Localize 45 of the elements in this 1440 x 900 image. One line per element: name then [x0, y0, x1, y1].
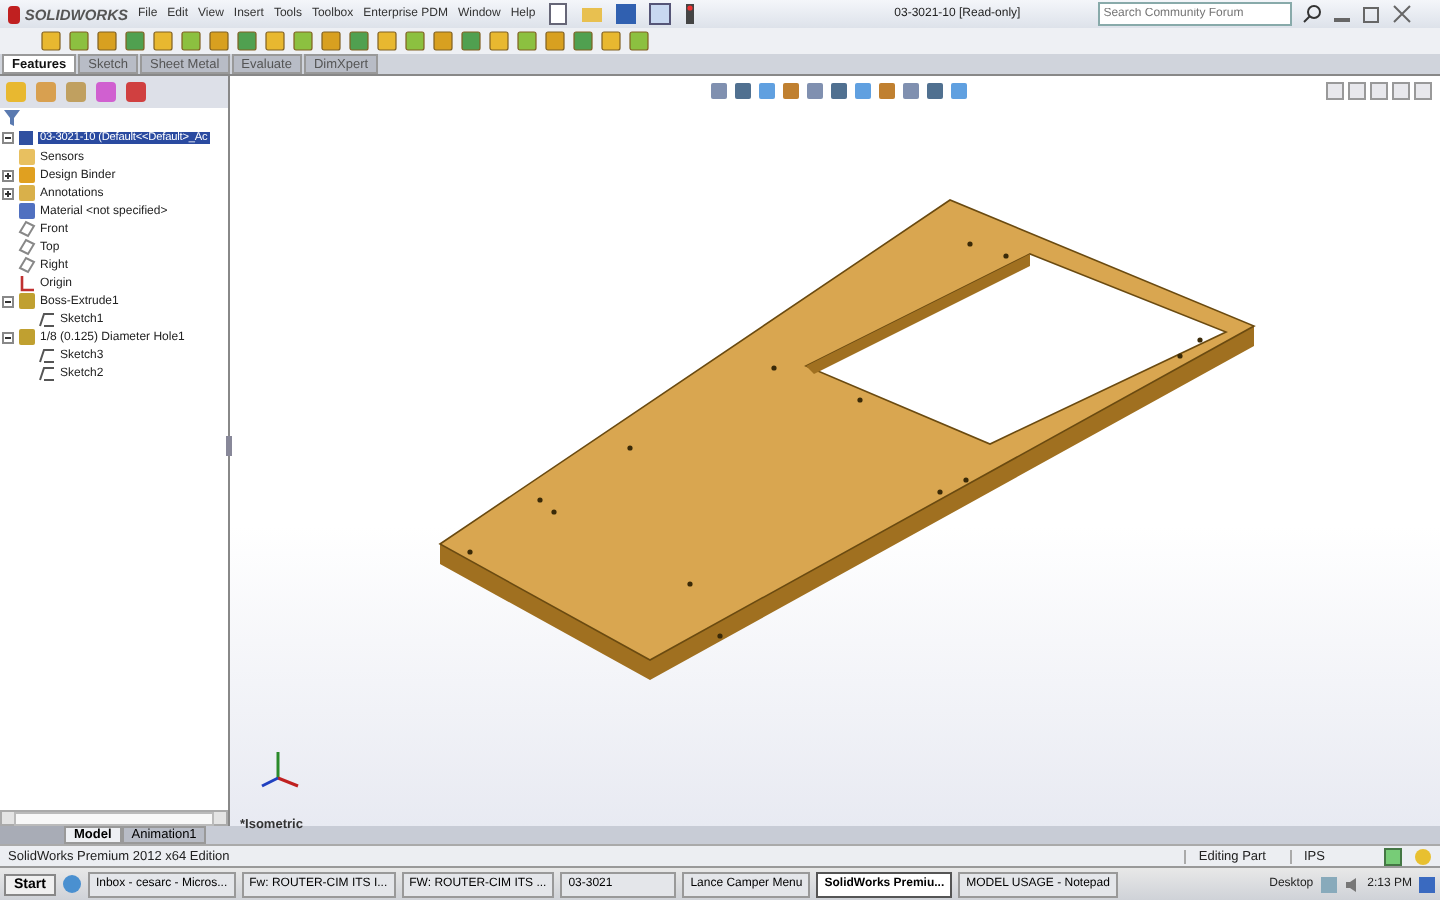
sketch-icon: [38, 310, 56, 328]
collapse-icon[interactable]: [2, 295, 14, 307]
sketch-icon: [38, 364, 56, 382]
search-icon[interactable]: [1301, 4, 1322, 24]
toolbar-tool-icon[interactable]: [292, 30, 314, 52]
toolbar-tool-icon[interactable]: [124, 30, 146, 52]
expand-icon[interactable]: [2, 187, 14, 199]
tab-scroll-bar[interactable]: [0, 826, 64, 844]
close-icon[interactable]: [1391, 4, 1412, 24]
collapse-icon[interactable]: [2, 331, 14, 343]
toolbar-tool-icon[interactable]: [152, 30, 174, 52]
toolbar-tool-icon[interactable]: [348, 30, 370, 52]
panel-tab-icon[interactable]: [34, 80, 58, 104]
toolbar-tool-icon[interactable]: [544, 30, 566, 52]
toolbar-tool-icon[interactable]: [208, 30, 230, 52]
origin-icon: [18, 274, 36, 292]
toolbar-tool-icon[interactable]: [572, 30, 594, 52]
axis-triad-icon: [258, 746, 302, 790]
toolbar-tool-icon[interactable]: [40, 30, 62, 52]
toolbar-tool-icon[interactable]: [488, 30, 510, 52]
toolbar-tool-icon[interactable]: [600, 30, 622, 52]
toolbar-tool-icon[interactable]: [68, 30, 90, 52]
toolbar-tool-icon[interactable]: [264, 30, 286, 52]
expand-icon[interactable]: [2, 169, 14, 181]
toolbar-tool-icon[interactable]: [180, 30, 202, 52]
horizontal-scrollbar[interactable]: [0, 810, 228, 826]
restore-icon[interactable]: [1361, 4, 1382, 24]
document-icon[interactable]: [545, 2, 570, 26]
sketch-icon: [38, 346, 56, 364]
speaker-icon[interactable]: [1343, 875, 1362, 893]
toolbar-tool-icon[interactable]: [404, 30, 426, 52]
collapse-icon[interactable]: [2, 131, 14, 143]
toolbar-tool-icon[interactable]: [320, 30, 342, 52]
toolbar-tool-icon[interactable]: [376, 30, 398, 52]
toolbar-tool-icon[interactable]: [516, 30, 538, 52]
toolbar-tool-icon[interactable]: [460, 30, 482, 52]
toolbar-tool-icon[interactable]: [432, 30, 454, 52]
toolbar-tool-icon[interactable]: [96, 30, 118, 52]
panel-tab-icon[interactable]: [94, 80, 118, 104]
panel-splitter-handle[interactable]: [226, 436, 232, 456]
toolbar-tool-icon[interactable]: [628, 30, 650, 52]
traffic-light-icon[interactable]: [681, 2, 698, 26]
panel-tab-icon[interactable]: [124, 80, 148, 104]
panel-tab-icon[interactable]: [64, 80, 88, 104]
toolbar-tool-icon[interactable]: [236, 30, 258, 52]
